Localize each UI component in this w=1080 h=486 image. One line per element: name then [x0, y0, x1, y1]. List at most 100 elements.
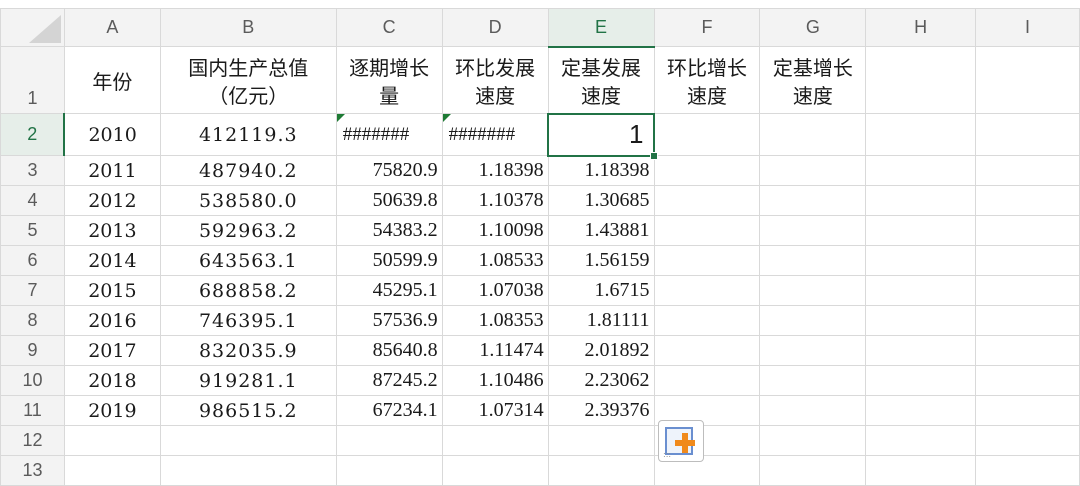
cell-c6[interactable]: 50599.9	[335, 245, 443, 276]
cell-b12[interactable]	[159, 425, 337, 456]
cell-g8[interactable]	[759, 305, 867, 336]
column-header-c[interactable]: C	[335, 8, 443, 47]
cell-g12[interactable]	[759, 425, 867, 456]
cell-b11[interactable]: 986515.2	[159, 395, 337, 426]
cell-h11[interactable]	[865, 395, 977, 426]
cell-d10[interactable]: 1.10486	[441, 365, 549, 396]
row-header-13[interactable]: 13	[0, 455, 65, 486]
cell-b1[interactable]: 国内生产总值（亿元）	[159, 46, 337, 114]
cell-h13[interactable]	[865, 455, 977, 486]
error-indicator-icon[interactable]	[443, 114, 451, 122]
row-header-12[interactable]: 12	[0, 425, 65, 456]
cell-i8[interactable]	[975, 305, 1080, 336]
cell-g4[interactable]	[759, 185, 867, 216]
cell-e4[interactable]: 1.30685	[547, 185, 655, 216]
cell-h9[interactable]	[865, 335, 977, 366]
cell-c9[interactable]: 85640.8	[335, 335, 443, 366]
cell-c3[interactable]: 75820.9	[335, 155, 443, 186]
cell-h7[interactable]	[865, 275, 977, 306]
cell-i1[interactable]	[975, 46, 1080, 114]
cell-a1[interactable]: 年份	[63, 46, 161, 114]
cell-a6[interactable]: 2014	[63, 245, 161, 276]
cell-d3[interactable]: 1.18398	[441, 155, 549, 186]
cell-e9[interactable]: 2.01892	[547, 335, 655, 366]
cell-e5[interactable]: 1.43881	[547, 215, 655, 246]
cell-h1[interactable]	[865, 46, 977, 114]
cell-c5[interactable]: 54383.2	[335, 215, 443, 246]
cell-d2[interactable]: #######	[441, 113, 549, 156]
cell-d11[interactable]: 1.07314	[441, 395, 549, 426]
column-header-g[interactable]: G	[759, 8, 867, 47]
select-all-corner[interactable]	[0, 8, 65, 47]
row-header-7[interactable]: 7	[0, 275, 65, 306]
cell-h8[interactable]	[865, 305, 977, 336]
cell-f7[interactable]	[653, 275, 761, 306]
row-header-5[interactable]: 5	[0, 215, 65, 246]
cell-g2[interactable]	[759, 113, 867, 156]
cell-e11[interactable]: 2.39376	[547, 395, 655, 426]
cell-g11[interactable]	[759, 395, 867, 426]
cell-c12[interactable]	[335, 425, 443, 456]
column-header-b[interactable]: B	[159, 8, 337, 47]
cell-e12[interactable]	[547, 425, 655, 456]
row-header-9[interactable]: 9	[0, 335, 65, 366]
cell-c7[interactable]: 45295.1	[335, 275, 443, 306]
cell-d5[interactable]: 1.10098	[441, 215, 549, 246]
cell-i9[interactable]	[975, 335, 1080, 366]
row-header-8[interactable]: 8	[0, 305, 65, 336]
cell-c2[interactable]: #######	[335, 113, 443, 156]
cell-b5[interactable]: 592963.2	[159, 215, 337, 246]
row-header-10[interactable]: 10	[0, 365, 65, 396]
cell-b10[interactable]: 919281.1	[159, 365, 337, 396]
cell-g9[interactable]	[759, 335, 867, 366]
cell-f1[interactable]: 环比增长速度	[653, 46, 761, 114]
cell-a4[interactable]: 2012	[63, 185, 161, 216]
cell-f3[interactable]	[653, 155, 761, 186]
cell-h5[interactable]	[865, 215, 977, 246]
column-header-i[interactable]: I	[975, 8, 1080, 47]
cell-i11[interactable]	[975, 395, 1080, 426]
cell-d4[interactable]: 1.10378	[441, 185, 549, 216]
cell-a8[interactable]: 2016	[63, 305, 161, 336]
cell-d7[interactable]: 1.07038	[441, 275, 549, 306]
cell-c8[interactable]: 57536.9	[335, 305, 443, 336]
cell-f9[interactable]	[653, 335, 761, 366]
row-header-6[interactable]: 6	[0, 245, 65, 276]
cell-h3[interactable]	[865, 155, 977, 186]
cell-g7[interactable]	[759, 275, 867, 306]
cell-d8[interactable]: 1.08353	[441, 305, 549, 336]
cell-i13[interactable]	[975, 455, 1080, 486]
cell-i2[interactable]	[975, 113, 1080, 156]
column-header-e[interactable]: E	[547, 8, 655, 48]
cell-c13[interactable]	[335, 455, 443, 486]
cell-f5[interactable]	[653, 215, 761, 246]
row-header-4[interactable]: 4	[0, 185, 65, 216]
cell-d9[interactable]: 1.11474	[441, 335, 549, 366]
cell-f2[interactable]	[653, 113, 761, 156]
cell-h2[interactable]	[865, 113, 977, 156]
cell-e6[interactable]: 1.56159	[547, 245, 655, 276]
column-header-d[interactable]: D	[441, 8, 549, 47]
cell-f6[interactable]	[653, 245, 761, 276]
cell-i4[interactable]	[975, 185, 1080, 216]
cell-a10[interactable]: 2018	[63, 365, 161, 396]
cell-i7[interactable]	[975, 275, 1080, 306]
cell-e10[interactable]: 2.23062	[547, 365, 655, 396]
cell-a9[interactable]: 2017	[63, 335, 161, 366]
cell-g5[interactable]	[759, 215, 867, 246]
cell-a5[interactable]: 2013	[63, 215, 161, 246]
cell-b4[interactable]: 538580.0	[159, 185, 337, 216]
cell-d13[interactable]	[441, 455, 549, 486]
column-header-h[interactable]: H	[865, 8, 977, 47]
cell-b3[interactable]: 487940.2	[159, 155, 337, 186]
cell-e2[interactable]: 1	[547, 113, 655, 156]
cell-g3[interactable]	[759, 155, 867, 186]
cell-d6[interactable]: 1.08533	[441, 245, 549, 276]
cell-a13[interactable]	[63, 455, 161, 486]
cell-g13[interactable]	[759, 455, 867, 486]
cell-i12[interactable]	[975, 425, 1080, 456]
cell-b13[interactable]	[159, 455, 337, 486]
row-header-1[interactable]: 1	[0, 46, 65, 114]
error-indicator-icon[interactable]	[337, 114, 345, 122]
cell-g6[interactable]	[759, 245, 867, 276]
